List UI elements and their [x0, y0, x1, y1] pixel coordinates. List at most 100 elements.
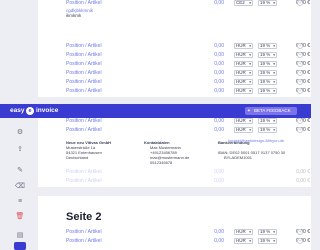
unit-select[interactable]: HUR ▾	[234, 118, 253, 124]
table-row: Position / Artikel 0,00 HUR ▾ 19 % ▾ 0,00 …	[38, 79, 311, 88]
unit-select[interactable]: HUR ▾	[234, 79, 253, 85]
row-total: 0,00 €	[296, 178, 310, 184]
position-field[interactable]: Position / Artikel	[66, 178, 102, 185]
table-row: Position / Artikel 0,00 HUR ▾ 19 % ▾ 0,00 …	[38, 52, 311, 61]
add-row-button[interactable]: +	[297, 79, 303, 85]
chevron-down-icon: ▾	[273, 89, 275, 93]
add-row-button[interactable]: +	[297, 229, 303, 235]
amount-field[interactable]: 0,00	[210, 79, 224, 86]
add-row-button[interactable]: +	[297, 238, 303, 244]
position-field[interactable]: Position / Artikel	[66, 238, 102, 245]
position-field[interactable]: Position / Artikel	[66, 79, 102, 86]
row-total: 0,00 €	[296, 52, 310, 58]
gear-icon[interactable]: ⚙	[14, 128, 26, 138]
invoice-footer: Position / Artikel 0,00 HUR ▾ 19 % ▾ 0,00 …	[38, 118, 311, 196]
eraser-icon[interactable]: ⌫	[14, 182, 26, 192]
amount-field[interactable]: 0,00	[210, 127, 224, 134]
position-field[interactable]: Position / Artikel	[66, 0, 102, 7]
tax-select[interactable]: 19 % ▾	[258, 79, 277, 85]
position-field[interactable]: Position / Artikel	[66, 169, 102, 176]
tax-select[interactable]: 19 % ▾	[258, 70, 277, 76]
table-row: Position / Artikel 0,00 HUR ▾ 19 % ▾ 0,00 …	[38, 118, 311, 127]
unit-select[interactable]: HUR ▾	[234, 127, 253, 133]
trash-icon[interactable]: 🗑	[14, 212, 26, 222]
unit-select[interactable]: HUR ▾	[234, 229, 253, 235]
upload-icon[interactable]: ⇪	[14, 145, 26, 155]
filter-icon[interactable]: ≡	[14, 197, 26, 207]
table-row: Position / Artikel 0,00 HUR ▾ 19 % ▾ 0,00 …	[38, 229, 311, 238]
tax-select[interactable]: 19 % ▾	[258, 229, 277, 235]
add-row-button[interactable]: +	[297, 52, 303, 58]
add-row-button[interactable]: +	[297, 43, 303, 49]
description-line[interactable]: ikmkmk	[66, 13, 81, 18]
tax-select[interactable]: 19 % ▾	[258, 238, 277, 244]
position-field[interactable]: Position / Artikel	[66, 43, 102, 50]
tax-select[interactable]: 19 % ▾	[258, 61, 277, 67]
add-row-button[interactable]: +	[297, 0, 303, 6]
chevron-down-icon: ▾	[273, 80, 275, 84]
amount-field[interactable]: 0,00	[210, 118, 224, 125]
row-total: 0,00 €	[296, 118, 310, 124]
unit-select[interactable]: HUR ▾	[234, 88, 253, 94]
row-total: 0,00 €	[296, 88, 310, 94]
tax-select[interactable]: 19 % ▾	[258, 52, 277, 58]
app-header: easy e invoice ✦ BETA FEEDBACK	[0, 104, 311, 118]
tax-select[interactable]: 19 % ▾	[258, 118, 277, 124]
chevron-down-icon: ▾	[273, 71, 275, 75]
tax-select[interactable]: 19 % ▾	[258, 88, 277, 94]
chevron-down-icon: ▾	[249, 71, 251, 75]
amount-field[interactable]: 0,00	[210, 178, 224, 185]
amount-field[interactable]: 0,00	[210, 229, 224, 236]
amount-field[interactable]: 0,00	[210, 43, 224, 50]
tool-sidebar: ⚙ ⇪ ✎ ⌫ ≡ 🗑 ▤	[0, 118, 38, 250]
amount-field[interactable]: 0,00	[210, 61, 224, 68]
unit-select[interactable]: HUR ▾	[234, 52, 253, 58]
position-field[interactable]: Position / Artikel	[66, 127, 102, 134]
amount-field[interactable]: 0,00	[210, 0, 224, 7]
pen-icon[interactable]: ✎	[14, 166, 26, 176]
invoice-page-1: Position / Artikel 0,00 CE2 ▾ 19 % ▾ 0,00 …	[38, 0, 311, 97]
chevron-down-icon: ▾	[273, 119, 275, 123]
add-row-button[interactable]: +	[297, 61, 303, 67]
position-field[interactable]: Position / Artikel	[66, 52, 102, 59]
table-row: Position / Artikel 0,00 HUR ▾ 19 % ▾ 0,00 …	[38, 238, 311, 247]
amount-field[interactable]: 0,00	[210, 238, 224, 245]
tax-select[interactable]: 19 % ▾	[258, 43, 277, 49]
table-row: Position / Artikel 0,00 HUR ▾ 19 % ▾ 0,00 …	[38, 61, 311, 70]
add-row-button[interactable]: +	[297, 70, 303, 76]
amount-field[interactable]: 0,00	[210, 88, 224, 95]
amount-field[interactable]: 0,00	[210, 52, 224, 59]
chevron-down-icon: ▾	[249, 80, 251, 84]
unit-select[interactable]: CE2 ▾	[234, 0, 253, 6]
unit-select[interactable]: HUR ▾	[234, 43, 253, 49]
row-total: 0,00 €	[296, 229, 310, 235]
add-row-button[interactable]: +	[297, 88, 303, 94]
add-row-button[interactable]: +	[297, 127, 303, 133]
chevron-down-icon: ▾	[249, 230, 251, 234]
position-field[interactable]: Position / Artikel	[66, 70, 102, 77]
row-total: 0,00 €	[296, 0, 310, 6]
chevron-down-icon: ▾	[249, 53, 251, 57]
unit-select[interactable]: HUR ▾	[234, 238, 253, 244]
chevron-down-icon: ▾	[249, 89, 251, 93]
active-tool-indicator[interactable]	[14, 242, 26, 250]
add-row-button[interactable]: +	[297, 118, 303, 124]
position-field[interactable]: Position / Artikel	[66, 61, 102, 68]
table-row: Position / Artikel 0,00 0,00 €	[38, 169, 311, 178]
brand-logo-text: easy	[10, 107, 25, 114]
brand-logo-text: invoice	[36, 107, 59, 114]
row-total: 0,00 €	[296, 169, 310, 175]
page-icon[interactable]: ▤	[14, 231, 26, 241]
position-field[interactable]: Position / Artikel	[66, 229, 102, 236]
beta-feedback-button[interactable]: ✦ BETA FEEDBACK	[245, 107, 297, 115]
amount-field[interactable]: 0,00	[210, 70, 224, 77]
row-total: 0,00 €	[296, 238, 310, 244]
tax-select[interactable]: 19 % ▾	[258, 0, 277, 6]
company-country: Deutschland	[66, 155, 89, 160]
unit-select[interactable]: HUR ▾	[234, 70, 253, 76]
position-field[interactable]: Position / Artikel	[66, 88, 102, 95]
tax-select[interactable]: 19 % ▾	[258, 127, 277, 133]
unit-select[interactable]: HUR ▾	[234, 61, 253, 67]
position-field[interactable]: Position / Artikel	[66, 118, 102, 125]
amount-field[interactable]: 0,00	[210, 169, 224, 176]
